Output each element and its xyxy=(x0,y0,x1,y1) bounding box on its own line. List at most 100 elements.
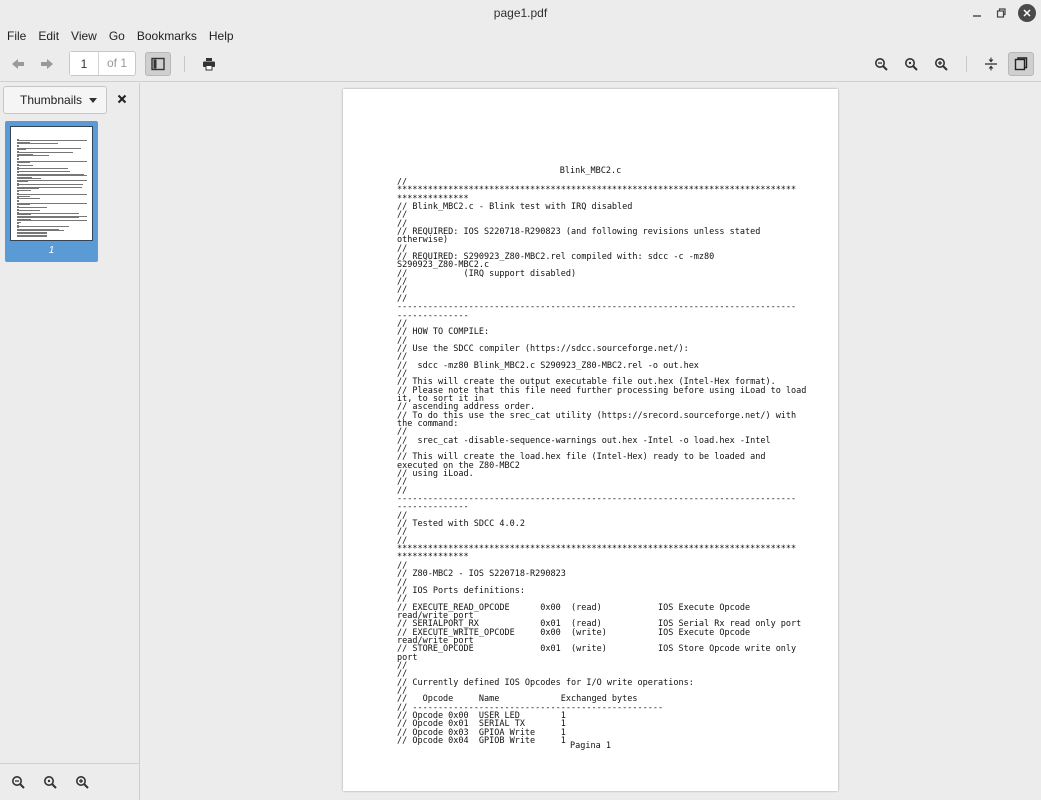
arrow-left-icon xyxy=(12,59,24,69)
document-line: // xyxy=(397,277,408,288)
menu-go[interactable]: Go xyxy=(109,29,125,43)
thumbnail-text-line xyxy=(17,236,47,238)
close-icon xyxy=(117,94,127,104)
toolbar: of 1 xyxy=(0,46,1041,82)
menu-help[interactable]: Help xyxy=(209,29,234,43)
thumbnail-zoom-in-button[interactable] xyxy=(69,770,95,794)
document-line: -------------- xyxy=(397,310,469,321)
sidebar-mode-label: Thumbnails xyxy=(20,93,83,107)
fit-page-icon xyxy=(985,57,997,71)
thumbnail-text-line xyxy=(17,220,87,222)
pdf-page: Blink_MBC2.c //*************************… xyxy=(343,89,838,791)
thumbnail-text-line xyxy=(17,168,69,169)
arrow-right-icon xyxy=(41,59,53,69)
document-line: // REQUIRED: IOS S220718-R290823 (and fo… xyxy=(397,227,761,238)
zoom-original-icon xyxy=(905,58,918,71)
chevron-down-icon xyxy=(89,98,97,103)
fit-page-button[interactable] xyxy=(978,52,1004,76)
thumbnail-preview xyxy=(10,126,93,241)
menu-file[interactable]: File xyxy=(7,29,26,43)
window-title: page1.pdf xyxy=(493,6,548,20)
thumbnail-text-line xyxy=(17,183,83,185)
zoom-in-button[interactable] xyxy=(928,52,954,76)
document-line: // xyxy=(397,527,408,538)
thumbnail-zoom-reset-button[interactable] xyxy=(37,770,63,794)
thumbnail-page-number: 1 xyxy=(48,245,55,256)
document-line: // xyxy=(397,210,408,221)
document-line: // Z80-MBC2 - IOS S220718-R290823 xyxy=(397,569,566,580)
page-footer: Pagina 1 xyxy=(570,741,611,751)
sidebar-mode-dropdown[interactable]: Thumbnails xyxy=(3,86,107,114)
minimize-button[interactable] xyxy=(968,4,986,22)
toggle-sidebar-button[interactable] xyxy=(145,52,171,76)
thumbnail-text-line xyxy=(17,226,70,227)
toolbar-separator xyxy=(184,56,185,72)
document-line: // srec_cat -disable-sequence-warnings o… xyxy=(397,435,771,446)
printer-icon xyxy=(203,58,215,71)
dual-page-icon xyxy=(1014,57,1028,71)
document-line: // STORE_OPCODE 0x01 (write) IOS Store O… xyxy=(397,644,797,655)
thumbnail-zoom-out-button[interactable] xyxy=(5,770,31,794)
document-body: //**************************************… xyxy=(397,178,807,756)
thumbnail-text-line xyxy=(17,154,49,156)
zoom-in-icon xyxy=(76,776,89,789)
title-bar: page1.pdf xyxy=(0,0,1041,26)
thumbnail-text-line xyxy=(17,210,40,212)
thumbnail-text-line xyxy=(17,165,34,167)
document-line: // xyxy=(397,285,408,296)
document-line: port xyxy=(397,652,418,663)
document-line: // (IRQ support disabled) xyxy=(397,268,577,279)
zoom-in-icon xyxy=(935,58,948,71)
document-line: // Currently defined IOS Opcodes for I/O… xyxy=(397,677,694,688)
zoom-out-button[interactable] xyxy=(868,52,894,76)
maximize-button[interactable] xyxy=(992,4,1010,22)
document-line: otherwise) xyxy=(397,235,449,246)
page-count-label: of 1 xyxy=(106,56,127,70)
document-line: // using iLoad. xyxy=(397,469,474,480)
thumbnail-text-line xyxy=(17,198,40,200)
thumbnail-text-line xyxy=(17,207,47,209)
sidebar: Thumbnails 1 xyxy=(0,83,140,800)
sidebar-icon xyxy=(151,57,165,71)
close-window-button[interactable] xyxy=(1018,4,1036,22)
print-button[interactable] xyxy=(196,52,222,76)
document-line: // Blink_MBC2.c - Blink test with IRQ di… xyxy=(397,202,633,213)
document-line: // IOS Ports definitions: xyxy=(397,585,525,596)
page-selector: of 1 xyxy=(69,51,136,76)
zoom-original-icon xyxy=(44,776,57,789)
document-line: // xyxy=(397,477,408,488)
document-title: Blink_MBC2.c xyxy=(559,166,622,176)
zoom-out-icon xyxy=(875,58,888,71)
thumbnail-text-line xyxy=(17,170,71,172)
document-line: the command: xyxy=(397,418,459,429)
page-number-input[interactable] xyxy=(70,52,99,75)
minimize-icon xyxy=(973,15,981,17)
thumbnail-text-line xyxy=(17,147,81,149)
menu-bar: File Edit View Go Bookmarks Help xyxy=(0,26,1041,46)
dual-page-button[interactable] xyxy=(1008,52,1034,76)
close-sidebar-button[interactable] xyxy=(114,91,130,107)
document-line: // sdcc -mz80 Blink_MBC2.c S290923_Z80-M… xyxy=(397,360,699,371)
document-line: // Use the SDCC compiler (https://sdcc.s… xyxy=(397,343,689,354)
close-icon xyxy=(1023,9,1031,17)
next-page-button[interactable] xyxy=(34,52,60,76)
toolbar-separator xyxy=(966,56,967,72)
menu-bookmarks[interactable]: Bookmarks xyxy=(137,29,197,43)
menu-view[interactable]: View xyxy=(71,29,97,43)
document-line: // HOW TO COMPILE: xyxy=(397,327,490,338)
document-line: -------------- xyxy=(397,502,469,513)
document-viewer[interactable]: Blink_MBC2.c //*************************… xyxy=(140,83,1041,800)
zoom-out-icon xyxy=(12,776,25,789)
sidebar-zoom-controls xyxy=(0,763,139,800)
page-thumbnail[interactable]: 1 xyxy=(5,121,98,262)
restore-icon xyxy=(996,8,1006,18)
menu-edit[interactable]: Edit xyxy=(38,29,59,43)
previous-page-button[interactable] xyxy=(5,52,31,76)
document-line: ************** xyxy=(397,552,469,563)
thumbnail-text-line xyxy=(17,189,31,191)
thumbnail-text-line xyxy=(17,143,59,145)
document-line: // Tested with SDCC 4.0.2 xyxy=(397,519,525,530)
document-line: // To do this use the srec_cat utility (… xyxy=(397,410,797,421)
document-line: // xyxy=(397,660,408,671)
zoom-reset-button[interactable] xyxy=(898,52,924,76)
